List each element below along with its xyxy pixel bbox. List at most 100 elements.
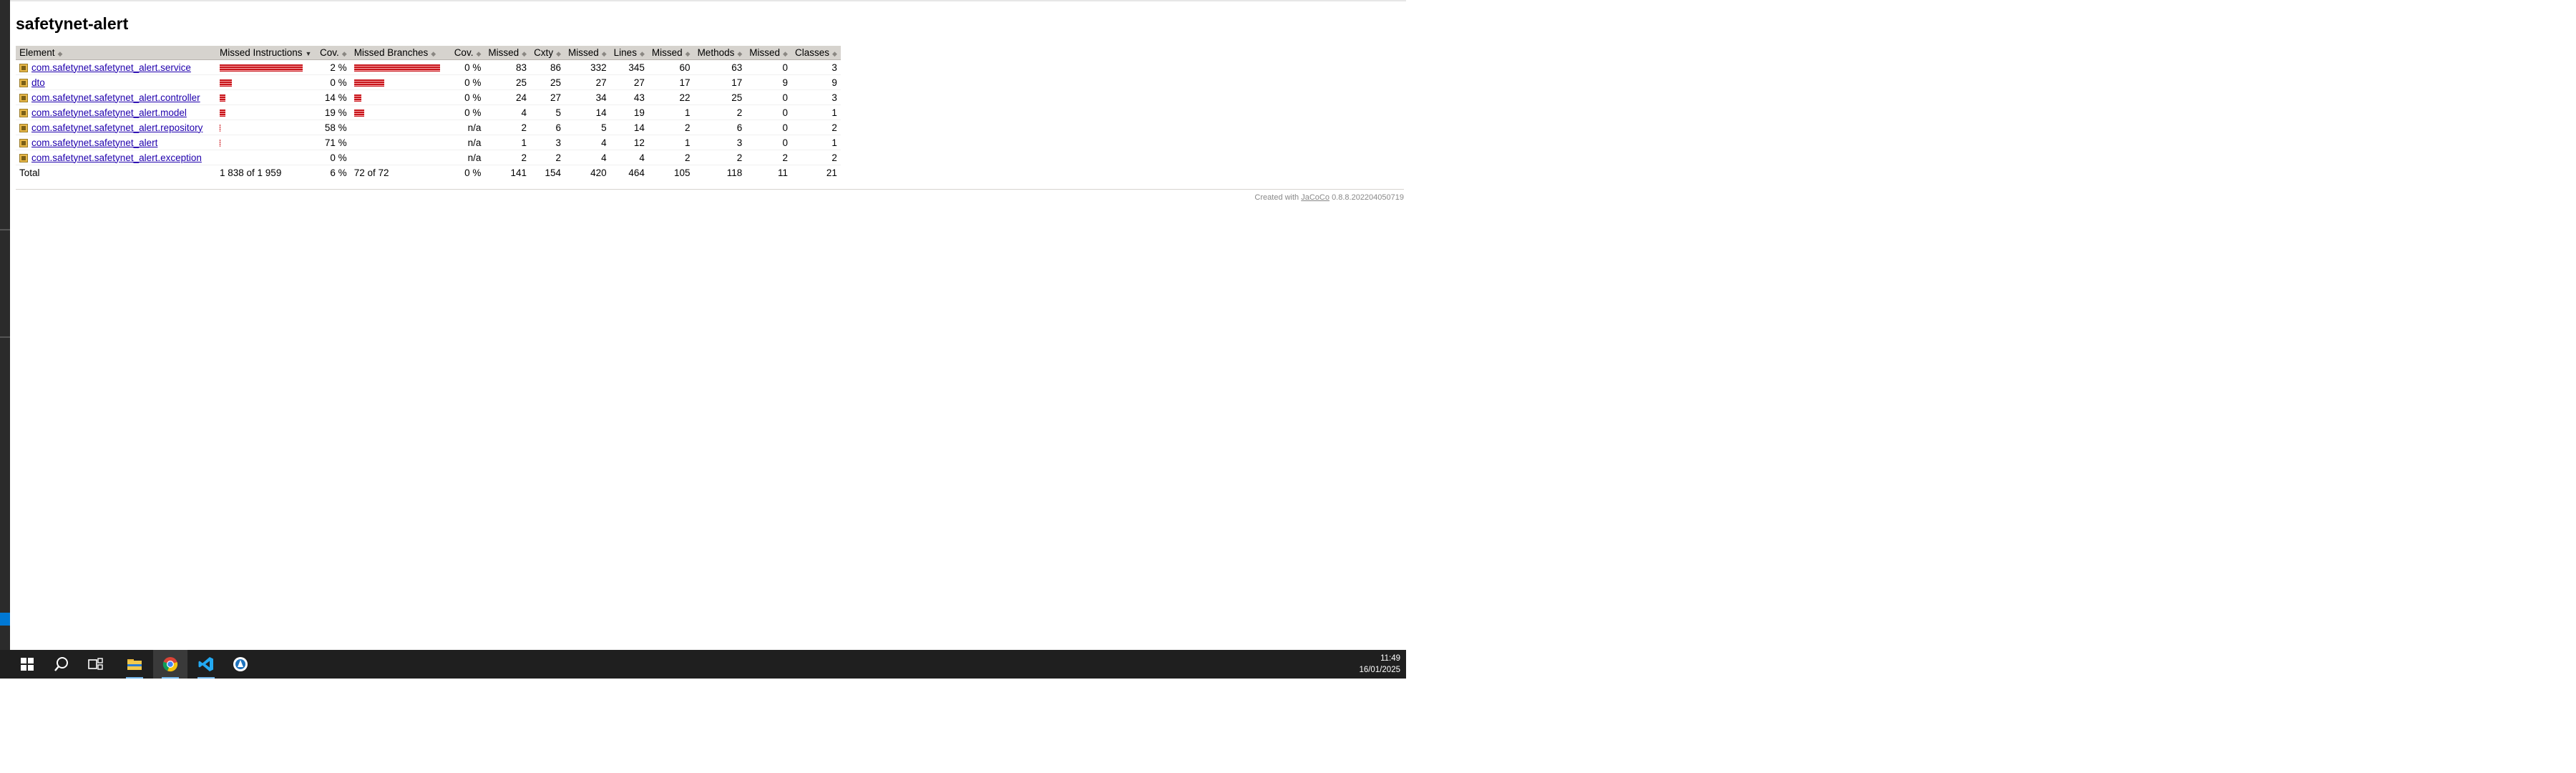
footer-version: 0.8.8.202204050719 [1332,193,1404,202]
instr-bar-cell [216,74,316,90]
branch-cov-cell: 0 % [450,74,485,90]
tray-clock[interactable]: 11:49 16/01/2025 [1359,653,1400,676]
sort-icon: ◆ [431,50,436,57]
lines-cell: 14 [610,120,648,135]
table-row: dto 0 % 0 % 25 25 27 27 17 17 9 9 [16,74,841,90]
package-link[interactable]: com.safetynet.safetynet_alert.exception [31,152,202,163]
cxty-cell: 27 [530,89,565,105]
col-header-missed-branches[interactable]: Missed Branches ◆ [350,46,451,60]
branch-cov-cell: 0 % [450,104,485,120]
sort-icon: ◆ [639,50,645,57]
col-header-missed-methods[interactable]: Missed ◆ [648,46,694,60]
sort-icon: ◆ [737,50,743,57]
element-cell: com.safetynet.safetynet_alert.model [16,104,216,120]
package-link[interactable]: dto [31,77,45,88]
methods-cell: 25 [693,89,746,105]
missed-methods-cell: 17 [648,74,694,90]
header-label: Classes [794,47,829,58]
package-link[interactable]: com.safetynet.safetynet_alert.controller [31,92,200,103]
lines-cell: 345 [610,59,648,75]
sort-icon: ◆ [685,50,691,57]
package-link[interactable]: com.safetynet.safetynet_alert.service [31,62,191,73]
col-header-lines[interactable]: Lines ◆ [610,46,648,60]
missed-lines-cell: 332 [564,59,610,75]
instr-cov-cell: 0 % [316,74,351,90]
package-icon [19,78,28,87]
taskbar: 11:49 16/01/2025 [0,650,1406,679]
package-link[interactable]: com.safetynet.safetynet_alert [31,137,157,148]
total-missed-methods: 105 [648,165,694,180]
header-label: Missed Instructions [220,47,303,58]
missed-cxty-cell: 1 [484,135,531,150]
chrome-icon[interactable] [153,650,187,679]
methods-cell: 63 [693,59,746,75]
header-label: Cov. [454,47,474,58]
cxty-cell: 25 [530,74,565,90]
left-window-strip [0,0,10,650]
missed-cxty-cell: 83 [484,59,531,75]
coverage-bar [353,79,384,87]
col-header-missed-cxty[interactable]: Missed ◆ [484,46,531,60]
screen: safetynet-alert Element ◆ Missed Instruct… [0,0,1406,679]
total-classes: 21 [791,165,841,180]
col-header-instr-cov[interactable]: Cov. ◆ [316,46,351,60]
col-header-element[interactable]: Element ◆ [16,46,216,60]
branch-cov-cell: 0 % [450,89,485,105]
col-header-missed-lines[interactable]: Missed ◆ [564,46,610,60]
search-icon[interactable] [44,650,79,679]
clock-time: 11:49 [1380,654,1400,663]
sort-icon: ◆ [341,50,347,57]
col-header-branch-cov[interactable]: Cov. ◆ [450,46,485,60]
strip-mark [0,336,10,338]
missed-cxty-cell: 4 [484,104,531,120]
missed-methods-cell: 2 [648,120,694,135]
missed-classes-cell: 0 [746,89,791,105]
col-header-missed-instructions[interactable]: Missed Instructions ▼ [216,46,316,60]
package-icon [19,93,28,102]
methods-cell: 2 [693,150,746,165]
missed-cxty-cell: 2 [484,150,531,165]
missed-cxty-cell: 24 [484,89,531,105]
windows-start-icon[interactable] [10,650,44,679]
file-explorer-icon[interactable] [117,650,152,679]
lines-cell: 43 [610,89,648,105]
col-header-classes[interactable]: Classes ◆ [791,46,841,60]
vscode-icon[interactable] [189,650,223,679]
missed-lines-cell: 5 [564,120,610,135]
coverage-bar [353,64,440,72]
package-link[interactable]: com.safetynet.safetynet_alert.model [31,107,187,118]
total-missed-cxty: 141 [484,165,531,180]
col-header-missed-classes[interactable]: Missed ◆ [746,46,791,60]
jacoco-link[interactable]: JaCoCo [1301,193,1330,202]
table-header-row: Element ◆ Missed Instructions ▼ Cov. ◆ Miss… [16,46,841,60]
branch-cov-cell: n/a [450,120,485,135]
total-instructions: 1 838 of 1 959 [216,165,316,180]
classes-cell: 2 [791,120,841,135]
lines-cell: 27 [610,74,648,90]
table-row: com.safetynet.safetynet_alert.repository… [16,120,841,135]
app-icon[interactable] [223,650,258,679]
element-cell: com.safetynet.safetynet_alert.exception [16,150,216,165]
package-icon [19,138,28,147]
missed-lines-cell: 34 [564,89,610,105]
sort-icon: ◆ [476,50,482,57]
instr-cov-cell: 58 % [316,120,351,135]
total-methods: 118 [693,165,746,180]
instr-bar-cell [216,104,316,120]
classes-cell: 1 [791,104,841,120]
page-title: safetynet-alert [16,14,129,33]
missed-cxty-cell: 2 [484,120,531,135]
coverage-bar [220,109,225,117]
missed-classes-cell: 2 [746,150,791,165]
package-icon [19,63,28,72]
task-view-icon[interactable] [79,650,113,679]
methods-cell: 3 [693,135,746,150]
package-link[interactable]: com.safetynet.safetynet_alert.repository [31,122,203,133]
col-header-methods[interactable]: Methods ◆ [693,46,746,60]
missed-methods-cell: 60 [648,59,694,75]
col-header-cxty[interactable]: Cxty ◆ [530,46,565,60]
branch-bar-cell [350,74,451,90]
table-body: com.safetynet.safetynet_alert.service 2 %… [16,59,841,165]
branch-cov-cell: 0 % [450,59,485,75]
missed-classes-cell: 0 [746,120,791,135]
